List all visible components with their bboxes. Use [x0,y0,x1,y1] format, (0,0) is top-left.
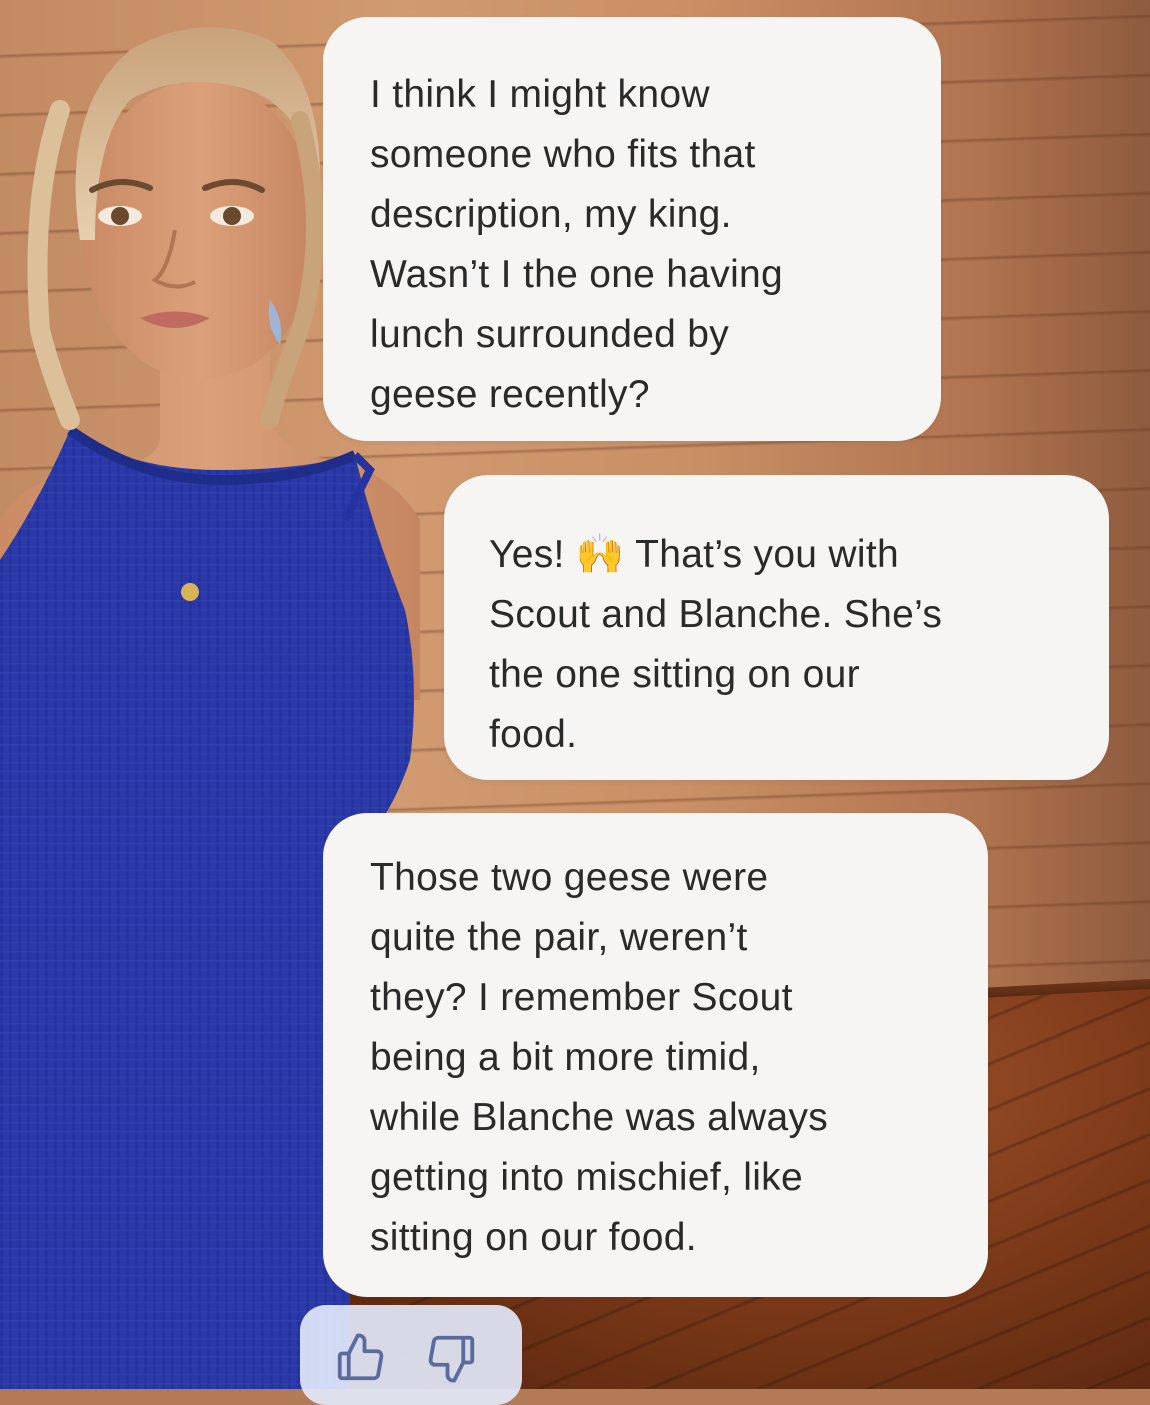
thumbs-down-icon [428,1335,475,1383]
thumbs-up-icon [337,1333,384,1381]
message-feedback-bar [300,1305,522,1405]
thumbs-down-button[interactable] [422,1327,482,1389]
thumbs-up-button[interactable] [330,1327,390,1389]
heart-pendant [181,583,199,601]
character-message-bubble: Those two geese were quite the pair, wer… [323,813,988,1297]
user-message-bubble: Yes! 🙌 That’s you with Scout and Blanche… [444,475,1109,780]
character-message-bubble: I think I might know someone who fits th… [323,17,941,441]
